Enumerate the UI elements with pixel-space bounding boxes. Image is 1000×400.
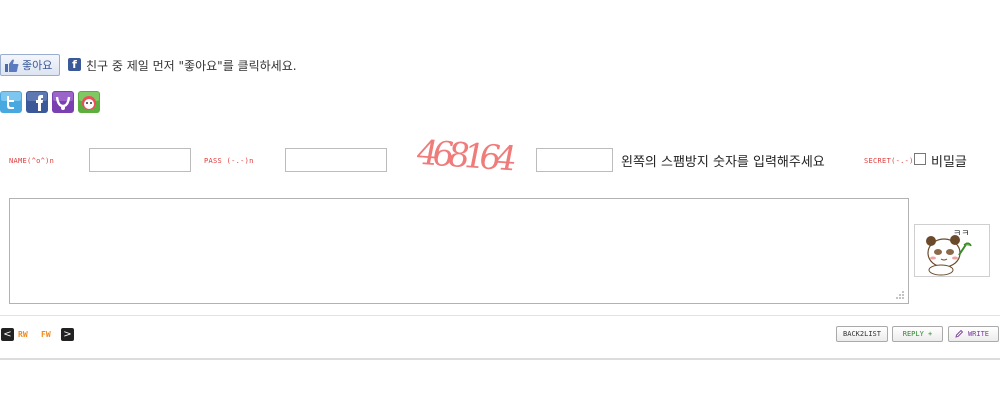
yozm-icon[interactable] [52, 91, 74, 113]
captcha-input[interactable] [536, 148, 613, 172]
facebook-icon[interactable] [26, 91, 48, 113]
like-button-label: 좋아요 [22, 59, 53, 72]
write-button[interactable]: WRITE [948, 326, 999, 342]
facebook-icon-small: f [68, 58, 81, 71]
panda-emoticon-icon: ㅋㅋ [926, 229, 972, 276]
captcha-image: 468164 [417, 132, 511, 180]
prev-post-icon[interactable]: < [1, 328, 14, 341]
me2day-icon[interactable] [78, 91, 100, 113]
password-input[interactable] [285, 148, 387, 172]
like-prompt-text: 친구 중 제일 먼저 "좋아요"를 클릭하세요. [86, 59, 297, 73]
svg-text:ㅋㅋ: ㅋㅋ [953, 229, 970, 239]
spam-hint-text: 왼쪽의 스팸방지 숫자를 입력해주세요 [621, 155, 825, 170]
next-post-icon[interactable]: > [61, 328, 74, 341]
rewind-link[interactable]: RW [18, 330, 28, 339]
twitter-icon[interactable] [0, 91, 22, 113]
divider [0, 315, 1000, 316]
thumbs-up-icon [5, 59, 19, 72]
secret-label: SECRET(-.-)n [864, 157, 919, 165]
back-to-list-button[interactable]: BACK2LIST [836, 326, 888, 342]
facebook-like-button[interactable]: 좋아요 [0, 54, 60, 76]
pencil-icon [955, 330, 963, 338]
write-button-label: WRITE [967, 330, 990, 338]
bottom-divider [0, 358, 1000, 360]
secret-checkbox[interactable] [914, 153, 926, 165]
pass-label: PASS (-.-)n [204, 157, 254, 165]
reply-button[interactable]: REPLY + [892, 326, 943, 342]
resize-grip-icon[interactable] [895, 290, 905, 300]
emoticon-button[interactable]: ㅋㅋ [914, 224, 990, 277]
name-label: NAME(^o^)n [9, 157, 55, 165]
forward-link[interactable]: FW [41, 330, 51, 339]
comment-textarea[interactable] [9, 198, 909, 304]
secret-checkbox-text: 비밀글 [931, 155, 967, 170]
name-input[interactable] [89, 148, 191, 172]
